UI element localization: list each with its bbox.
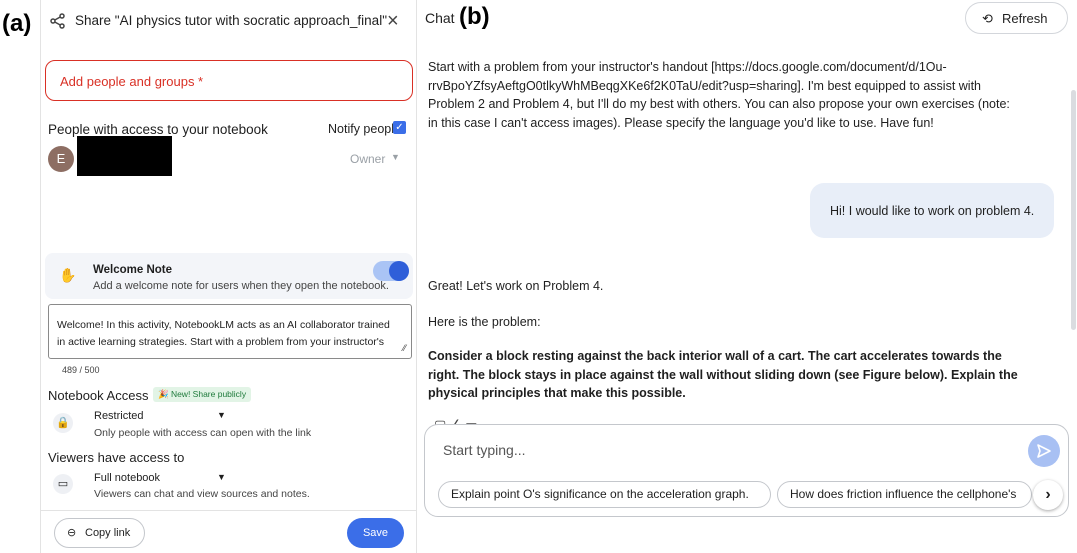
chevron-right-icon[interactable]: › (1033, 480, 1063, 510)
link-icon: ⊖ (67, 527, 77, 539)
refresh-icon: ⟲ (982, 11, 993, 26)
suggestion-chip[interactable]: How does friction influence the cellphon… (777, 481, 1032, 508)
resize-handle-icon[interactable]: ⁄⁄ (403, 343, 406, 353)
assistant-intro-message: Start with a problem from your instructo… (428, 60, 1010, 130)
notebook-access-heading: Notebook Access (48, 388, 149, 403)
send-button[interactable] (1028, 435, 1060, 467)
new-share-publicly-badge: 🎉 New! Share publicly (153, 387, 252, 402)
panel-label-b: (b) (459, 3, 490, 30)
chevron-down-icon[interactable]: ▼ (217, 410, 226, 420)
avatar: E (48, 146, 74, 172)
viewers-heading: Viewers have access to (48, 450, 185, 465)
add-people-input[interactable]: Add people and groups * (45, 60, 413, 101)
chat-input[interactable] (443, 442, 1003, 458)
welcome-note-title: Welcome Note (93, 264, 173, 276)
chat-title: Chat (425, 10, 455, 26)
user-message-bubble: Hi! I would like to work on problem 4. (810, 183, 1054, 238)
book-icon: ▭ (53, 474, 73, 494)
assistant-reply-line-1: Great! Let's work on Problem 4. (428, 279, 604, 293)
access-heading: People with access to your notebook (48, 122, 268, 137)
share-dialog-title: Share "AI physics tutor with socratic ap… (75, 13, 387, 28)
share-header: Share "AI physics tutor with socratic ap… (41, 0, 418, 44)
copy-link-button[interactable]: ⊖ Copy link (54, 518, 145, 548)
refresh-label: Refresh (1002, 11, 1048, 26)
notebook-access-description: Only people with access can open with th… (94, 427, 312, 439)
welcome-note-textarea[interactable]: Welcome! In this activity, NotebookLM ac… (48, 304, 412, 359)
welcome-note-description: Add a welcome note for users when they o… (93, 280, 389, 292)
footer-divider (41, 510, 416, 511)
close-icon[interactable]: × (387, 11, 399, 31)
welcome-note-toggle[interactable] (373, 261, 409, 281)
save-button[interactable]: Save (347, 518, 404, 548)
viewers-access-select[interactable]: Full notebook (94, 472, 160, 484)
chevron-down-icon[interactable]: ▼ (217, 472, 226, 482)
redacted-member-name (77, 136, 172, 176)
copy-link-label: Copy link (85, 527, 131, 539)
notebook-access-select[interactable]: Restricted (94, 410, 144, 422)
role-caret-icon: ▼ (391, 152, 400, 162)
refresh-button[interactable]: ⟲ Refresh (965, 2, 1068, 34)
user-message-text: Hi! I would like to work on problem 4. (830, 204, 1035, 218)
send-icon (1037, 444, 1051, 458)
truncated-previous-text (428, 38, 978, 46)
waving-hand-icon: ✋ (59, 267, 77, 283)
panel-label-a: (a) (2, 10, 32, 37)
share-icon (50, 13, 65, 29)
char-count: 489 / 500 (62, 365, 100, 375)
lock-icon: 🔒 (53, 413, 73, 433)
share-dialog: Share "AI physics tutor with socratic ap… (40, 0, 417, 553)
assistant-problem-statement: Consider a block resting against the bac… (428, 349, 1018, 400)
welcome-note-text: Welcome! In this activity, NotebookLM ac… (57, 319, 390, 348)
welcome-note-section: ✋ Welcome Note Add a welcome note for us… (45, 253, 413, 299)
notify-people-label: Notify people (328, 122, 401, 136)
chat-panel: Chat ⟲ Refresh Start with a problem from… (417, 0, 1077, 553)
compose-box: Explain point O's significance on the ac… (424, 424, 1069, 517)
notify-people-checkbox[interactable]: ✓ (393, 121, 406, 134)
member-role: Owner (350, 152, 386, 166)
viewers-access-description: Viewers can chat and view sources and no… (94, 488, 310, 500)
assistant-reply-line-2: Here is the problem: (428, 315, 541, 329)
suggestion-chip[interactable]: Explain point O's significance on the ac… (438, 481, 771, 508)
scrollbar[interactable] (1071, 90, 1076, 330)
add-people-placeholder: Add people and groups * (60, 74, 204, 89)
